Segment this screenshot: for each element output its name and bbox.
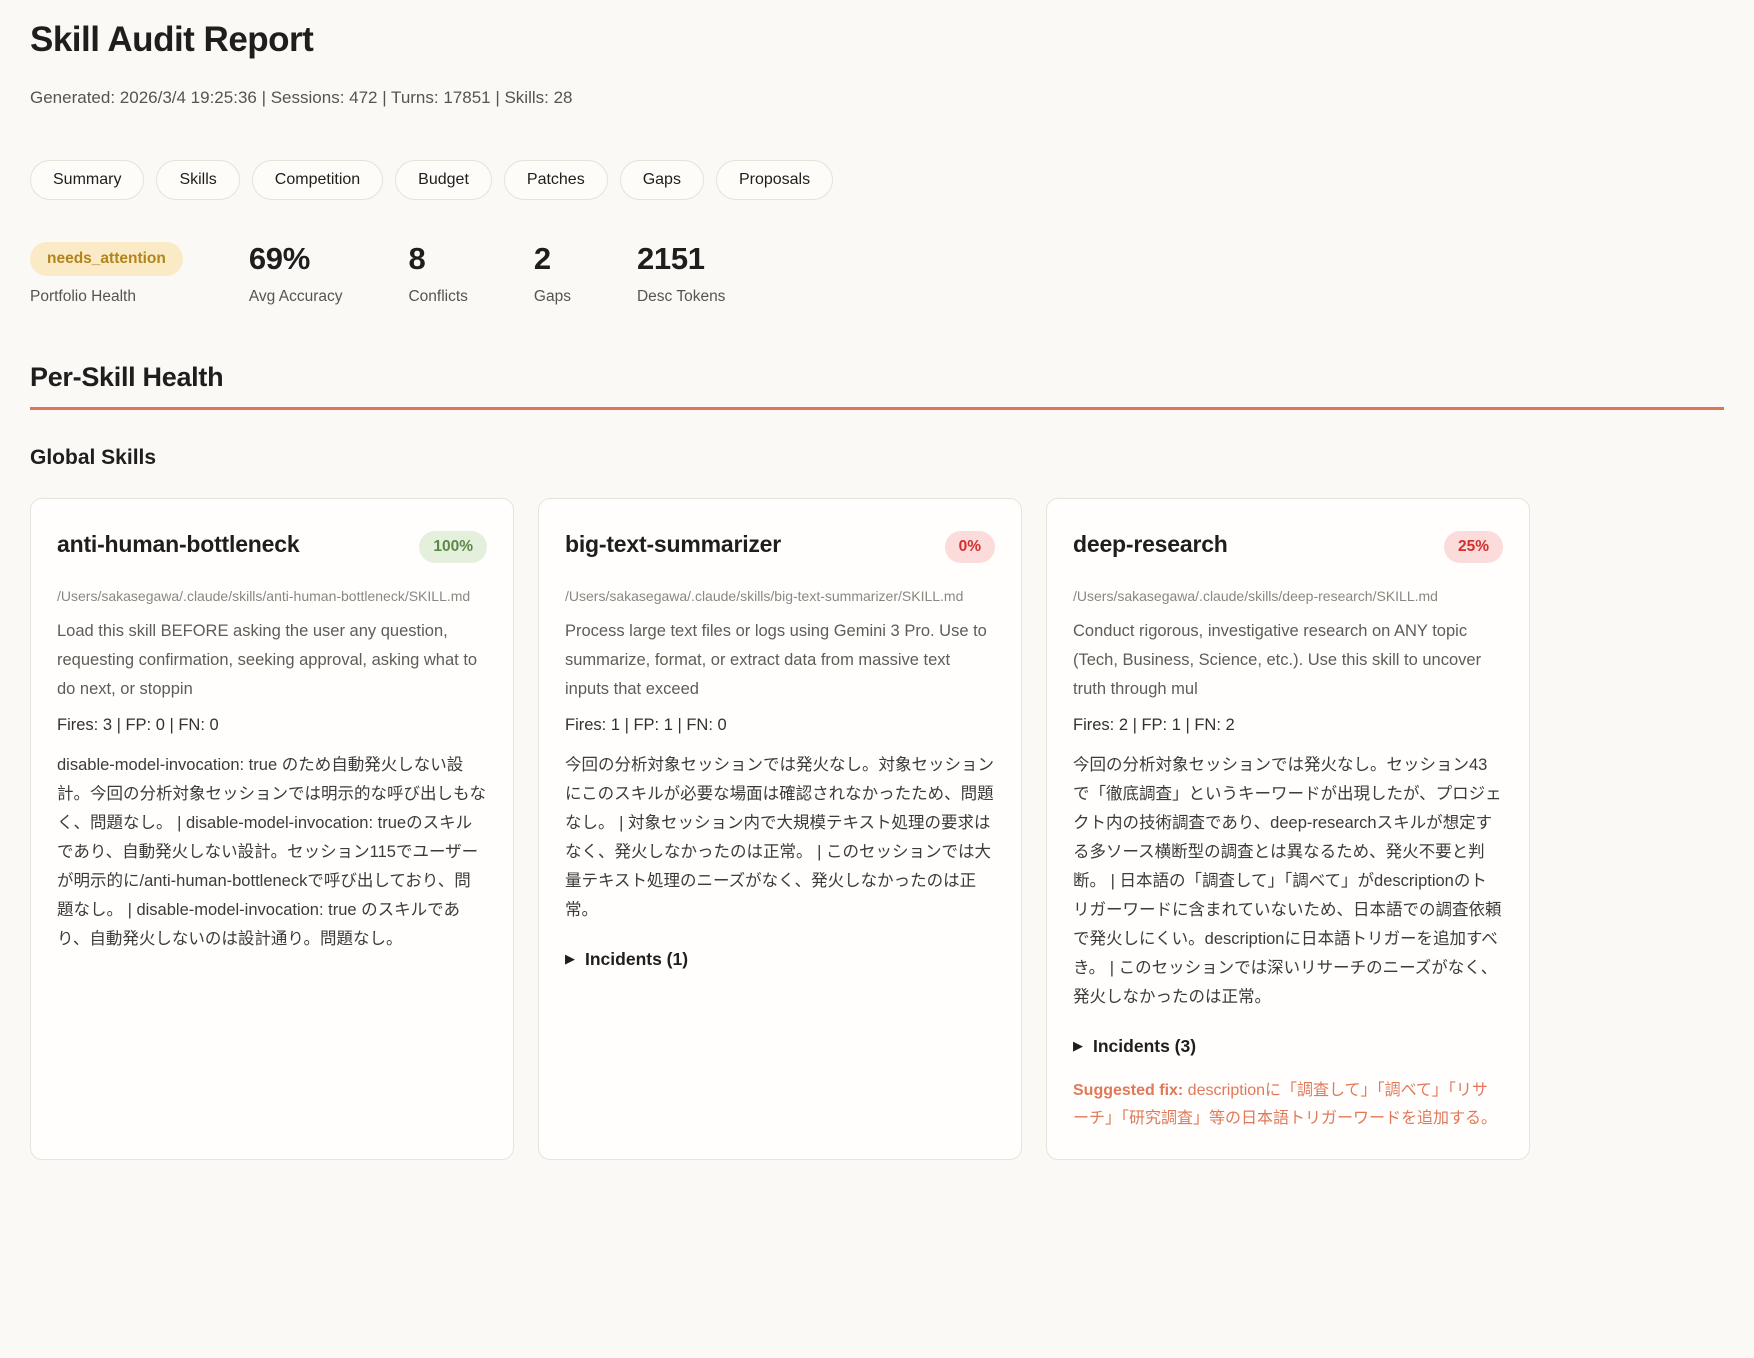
suggested-fix: Suggested fix: descriptionに「調査して」「調べて」「リ… — [1073, 1077, 1503, 1133]
stat-value: 8 — [408, 241, 425, 277]
skill-name: big-text-summarizer — [565, 531, 781, 558]
tab-competition[interactable]: Competition — [252, 160, 383, 200]
stat-label: Desc Tokens — [637, 288, 725, 306]
card-header: anti-human-bottleneck 100% — [57, 531, 487, 563]
fires-stats: Fires: 1 | FP: 1 | FN: 0 — [565, 716, 995, 735]
tab-gaps[interactable]: Gaps — [620, 160, 704, 200]
stat-conflicts: 8 Conflicts — [408, 236, 467, 306]
skill-name: deep-research — [1073, 531, 1228, 558]
section-title-per-skill-health: Per-Skill Health — [30, 362, 1724, 410]
stat-value: 2151 — [637, 241, 705, 277]
incidents-toggle[interactable]: ▶ Incidents (1) — [565, 949, 995, 970]
skill-audit-report-page: Skill Audit Report Generated: 2026/3/4 1… — [0, 0, 1754, 1220]
stat-portfolio-health: needs_attention Portfolio Health — [30, 236, 183, 306]
stat-label: Avg Accuracy — [249, 288, 343, 306]
skill-description: Load this skill BEFORE asking the user a… — [57, 617, 487, 704]
stats-row: needs_attention Portfolio Health 69% Avg… — [30, 236, 1724, 306]
accuracy-badge: 25% — [1444, 531, 1503, 563]
stat-value: 2 — [534, 241, 551, 277]
disclosure-triangle-icon: ▶ — [565, 951, 575, 967]
tab-summary[interactable]: Summary — [30, 160, 144, 200]
skill-card-deep-research: deep-research 25% /Users/sakasegawa/.cla… — [1046, 498, 1530, 1160]
tab-bar: Summary Skills Competition Budget Patche… — [30, 160, 1724, 200]
skill-review: disable-model-invocation: true のため自動発火しな… — [57, 751, 487, 954]
skill-review: 今回の分析対象セッションでは発火なし。セッション43で「徹底調査」というキーワー… — [1073, 751, 1503, 1012]
skill-review: 今回の分析対象セッションでは発火なし。対象セッションにこのスキルが必要な場面は確… — [565, 751, 995, 925]
skill-name: anti-human-bottleneck — [57, 531, 299, 558]
skill-cards-grid: anti-human-bottleneck 100% /Users/sakase… — [30, 498, 1724, 1160]
skill-card-big-text-summarizer: big-text-summarizer 0% /Users/sakasegawa… — [538, 498, 1022, 1160]
report-meta: Generated: 2026/3/4 19:25:36 | Sessions:… — [30, 88, 1724, 108]
skill-description: Conduct rigorous, investigative research… — [1073, 617, 1503, 704]
incidents-toggle[interactable]: ▶ Incidents (3) — [1073, 1036, 1503, 1057]
portfolio-health-badge: needs_attention — [30, 242, 183, 276]
tab-budget[interactable]: Budget — [395, 160, 492, 200]
fires-stats: Fires: 2 | FP: 1 | FN: 2 — [1073, 716, 1503, 735]
skill-card-anti-human-bottleneck: anti-human-bottleneck 100% /Users/sakase… — [30, 498, 514, 1160]
subsection-global-skills: Global Skills — [30, 446, 1724, 470]
skill-path: /Users/sakasegawa/.claude/skills/deep-re… — [1073, 585, 1503, 607]
stat-avg-accuracy: 69% Avg Accuracy — [249, 236, 343, 306]
page-title: Skill Audit Report — [30, 20, 1724, 60]
stat-gaps: 2 Gaps — [534, 236, 571, 306]
incidents-label: Incidents (1) — [585, 949, 688, 970]
stat-label: Gaps — [534, 288, 571, 306]
accuracy-badge: 100% — [419, 531, 487, 563]
tab-patches[interactable]: Patches — [504, 160, 608, 200]
disclosure-triangle-icon: ▶ — [1073, 1038, 1083, 1054]
skill-path: /Users/sakasegawa/.claude/skills/anti-hu… — [57, 585, 487, 607]
accuracy-badge: 0% — [945, 531, 995, 563]
skill-path: /Users/sakasegawa/.claude/skills/big-tex… — [565, 585, 995, 607]
stat-value: 69% — [249, 241, 310, 277]
card-header: deep-research 25% — [1073, 531, 1503, 563]
suggested-fix-label: Suggested fix: — [1073, 1082, 1183, 1099]
stat-label: Portfolio Health — [30, 288, 183, 306]
card-header: big-text-summarizer 0% — [565, 531, 995, 563]
stat-label: Conflicts — [408, 288, 467, 306]
stat-desc-tokens: 2151 Desc Tokens — [637, 236, 725, 306]
tab-proposals[interactable]: Proposals — [716, 160, 833, 200]
skill-description: Process large text files or logs using G… — [565, 617, 995, 704]
fires-stats: Fires: 3 | FP: 0 | FN: 0 — [57, 716, 487, 735]
incidents-label: Incidents (3) — [1093, 1036, 1196, 1057]
tab-skills[interactable]: Skills — [156, 160, 239, 200]
